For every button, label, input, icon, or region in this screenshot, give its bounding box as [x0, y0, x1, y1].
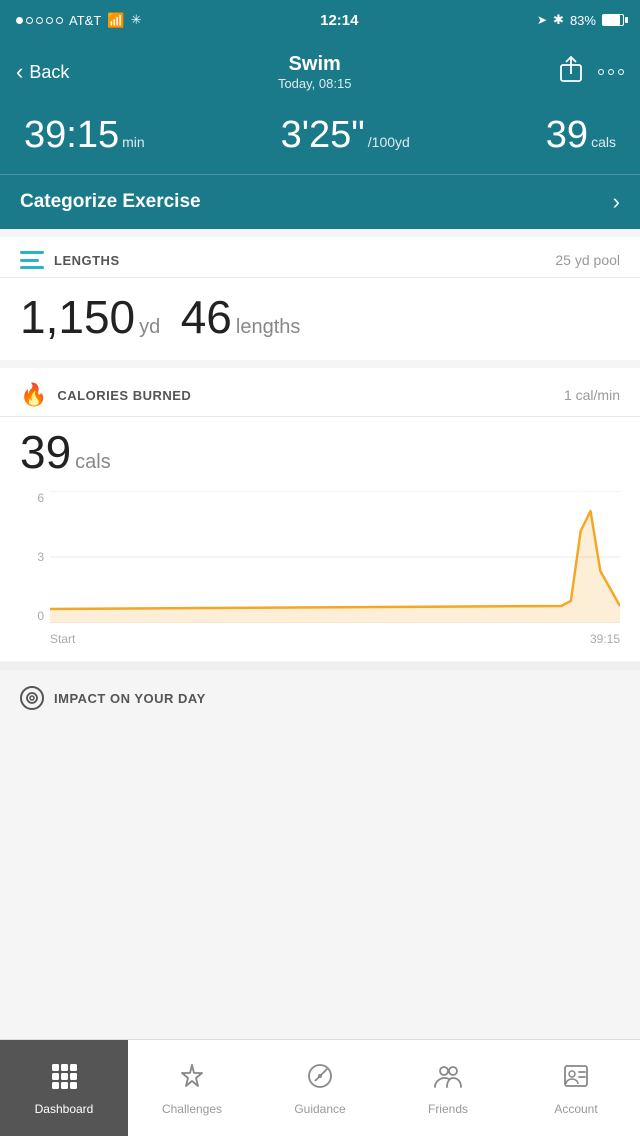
wifi-icon: 📶 — [107, 12, 124, 29]
activity-date: Today, 08:15 — [278, 76, 351, 91]
lengths-title-row: LENGTHS — [20, 251, 120, 269]
account-icon — [561, 1061, 591, 1098]
account-label: Account — [554, 1102, 597, 1116]
stat-duration: 39:15min — [24, 116, 145, 154]
nav-bar: ‹ Back Swim Today, 08:15 — [0, 40, 640, 104]
signal-dot-5 — [56, 17, 63, 24]
calories-values: 39cals — [0, 417, 640, 491]
pool-size: 25 yd pool — [555, 252, 620, 268]
status-bar: AT&T 📶 ✳ 12:14 ➤ ✱ 83% — [0, 0, 640, 40]
dashboard-icon — [49, 1061, 79, 1098]
status-left: AT&T 📶 ✳ — [16, 12, 142, 29]
lengths-section: LENGTHS 25 yd pool 1,150yd 46lengths — [0, 237, 640, 360]
impact-icon — [20, 686, 44, 710]
lengths-values: 1,150yd 46lengths — [0, 278, 640, 360]
calories-title-row: 🔥 CALORIES BURNED — [20, 382, 191, 408]
friends-label: Friends — [428, 1102, 468, 1116]
signal-dot-4 — [46, 17, 53, 24]
lengths-unit: lengths — [236, 316, 301, 338]
pace-value: 3'25" — [281, 114, 365, 156]
signal-dot-3 — [36, 17, 43, 24]
status-time: 12:14 — [320, 12, 358, 29]
calories-big-unit: cals — [75, 451, 111, 473]
friends-icon — [433, 1061, 463, 1098]
back-chevron-icon: ‹ — [16, 59, 23, 85]
signal-dot-1 — [16, 17, 23, 24]
chart-y-label-6: 6 — [20, 491, 44, 505]
battery-icon — [602, 14, 624, 26]
chart-x-labels: Start 39:15 — [50, 627, 620, 651]
pace-unit: /100yd — [368, 134, 410, 150]
impact-section: IMPACT ON YOUR DAY — [0, 662, 640, 718]
challenges-label: Challenges — [162, 1102, 222, 1116]
impact-title: IMPACT ON YOUR DAY — [54, 691, 206, 706]
calories-header: 🔥 CALORIES BURNED 1 cal/min — [0, 368, 640, 417]
calories-section-title: CALORIES BURNED — [57, 388, 191, 403]
guidance-label: Guidance — [294, 1102, 345, 1116]
flame-icon: 🔥 — [20, 382, 47, 408]
calories-chart: 6 3 0 Start 39:15 — [0, 491, 640, 661]
stat-calories: 39cals — [546, 116, 616, 154]
duration-unit: min — [122, 134, 145, 150]
categorize-label: Categorize Exercise — [20, 191, 201, 213]
battery-label: 83% — [570, 13, 596, 28]
chart-x-label-end: 39:15 — [590, 632, 620, 646]
chart-x-label-start: Start — [50, 632, 75, 646]
categorize-bar[interactable]: Categorize Exercise › — [0, 174, 640, 229]
back-button[interactable]: ‹ Back — [16, 59, 69, 85]
bluetooth-icon: ✱ — [553, 12, 564, 28]
activity-title: Swim — [278, 53, 351, 76]
location-icon: ➤ — [537, 13, 547, 27]
activity-icon: ✳ — [131, 12, 142, 28]
chart-y-label-3: 3 — [20, 550, 44, 564]
guidance-icon — [305, 1061, 335, 1098]
nav-item-guidance[interactable]: Guidance — [256, 1040, 384, 1136]
nav-item-challenges[interactable]: Challenges — [128, 1040, 256, 1136]
chart-y-labels: 6 3 0 — [20, 491, 44, 623]
lengths-section-title: LENGTHS — [54, 253, 120, 268]
calories-unit: cals — [591, 134, 616, 150]
calories-section: 🔥 CALORIES BURNED 1 cal/min 39cals 6 3 0 — [0, 368, 640, 661]
waves-icon — [20, 251, 44, 269]
signal-dots — [16, 17, 63, 24]
chart-y-label-0: 0 — [20, 609, 44, 623]
nav-item-dashboard[interactable]: Dashboard — [0, 1040, 128, 1136]
calories-value: 39 — [546, 114, 588, 156]
challenges-icon — [177, 1061, 207, 1098]
lengths-header: LENGTHS 25 yd pool — [0, 237, 640, 278]
nav-title: Swim Today, 08:15 — [278, 53, 351, 91]
chart-svg-area — [50, 491, 620, 623]
more-icon[interactable] — [598, 69, 624, 75]
bottom-nav: Dashboard Challenges Guidance — [0, 1039, 640, 1136]
distance-value: 1,150 — [20, 291, 135, 343]
distance-unit: yd — [139, 316, 160, 338]
nav-item-friends[interactable]: Friends — [384, 1040, 512, 1136]
nav-actions — [560, 56, 624, 88]
back-label: Back — [29, 62, 69, 83]
stats-bar: 39:15min 3'25"/100yd 39cals — [0, 104, 640, 174]
duration-value: 39:15 — [24, 114, 119, 156]
lengths-count: 46 — [181, 291, 232, 343]
calories-big-value: 39 — [20, 426, 71, 478]
carrier-label: AT&T — [69, 13, 101, 28]
calorie-rate: 1 cal/min — [564, 387, 620, 403]
share-icon[interactable] — [560, 56, 582, 88]
chart-wrapper: 6 3 0 Start 39:15 — [20, 491, 620, 651]
status-right: ➤ ✱ 83% — [537, 12, 624, 28]
stat-pace: 3'25"/100yd — [281, 116, 410, 154]
signal-dot-2 — [26, 17, 33, 24]
nav-item-account[interactable]: Account — [512, 1040, 640, 1136]
dashboard-label: Dashboard — [35, 1102, 94, 1116]
categorize-chevron-icon: › — [613, 189, 620, 215]
